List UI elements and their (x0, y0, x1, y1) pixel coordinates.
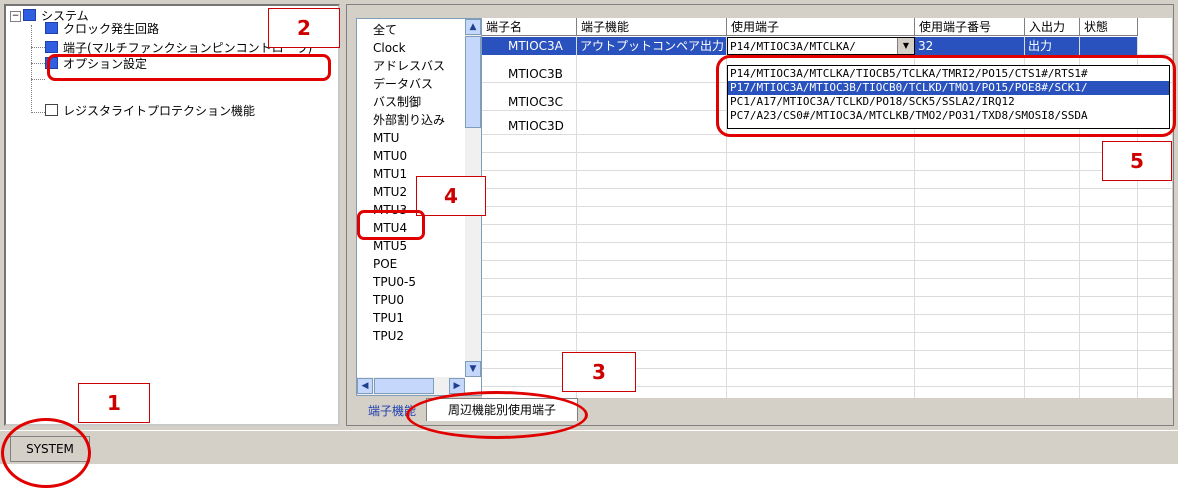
column-header[interactable]: 状態 (1080, 18, 1138, 36)
tree-item-label: レジスタライトプロテクション機能 (63, 104, 256, 118)
column-header[interactable]: 使用端子 (727, 18, 915, 36)
column-header[interactable]: 使用端子番号 (915, 18, 1025, 36)
empty-row (482, 297, 1172, 315)
tree-item-label: クロック発生回路 (63, 22, 160, 34)
empty-row (482, 189, 1172, 207)
scroll-right-icon[interactable]: ▶ (449, 378, 465, 394)
tree-connector (31, 47, 45, 48)
pin-name-cell[interactable]: MTIOC3A (482, 37, 577, 55)
used-pin-value: P14/MTIOC3A/MTCLKA/ (730, 40, 856, 53)
callout-4: 4 (416, 176, 486, 216)
list-item[interactable]: Clock (373, 40, 406, 56)
status-bar (0, 430, 1178, 464)
list-item[interactable]: 外部割り込み (373, 112, 445, 128)
tree-connector (31, 79, 45, 80)
callout-5: 5 (1102, 141, 1172, 181)
empty-row (482, 153, 1172, 171)
highlight-ring-dropdown (716, 55, 1176, 137)
tree-item-clock[interactable]: クロック発生回路 (45, 22, 159, 34)
column-header[interactable]: 端子名 (482, 18, 577, 36)
list-item[interactable]: MTU (373, 130, 399, 146)
empty-row (482, 225, 1172, 243)
highlight-ring-tree-item (47, 54, 331, 81)
list-item[interactable]: POE (373, 256, 397, 272)
empty-row (482, 333, 1172, 351)
used-pin-combobox[interactable]: P14/MTIOC3A/MTCLKA/ ▼ (727, 37, 915, 55)
tree-connector (31, 63, 45, 64)
horizontal-scrollbar[interactable]: ◀ ▶ (357, 377, 465, 395)
empty-row (482, 207, 1172, 225)
callout-1: 1 (78, 383, 150, 423)
empty-row (482, 279, 1172, 297)
list-item[interactable]: TPU2 (373, 328, 404, 344)
scroll-down-icon[interactable]: ▼ (465, 361, 481, 377)
empty-row (482, 171, 1172, 189)
empty-row (482, 243, 1172, 261)
tree-item-register-protection[interactable]: レジスタライトプロテクション機能 (45, 103, 255, 119)
list-item[interactable]: 全て (373, 22, 397, 38)
folder-icon (23, 9, 36, 21)
callout-2: 2 (268, 8, 340, 48)
node-icon (45, 104, 58, 116)
scroll-up-icon[interactable]: ▲ (465, 19, 481, 35)
node-icon (45, 41, 58, 53)
table-row[interactable]: MTIOC3A アウトプットコンペア出力 P14/MTIOC3A/MTCLKA/… (482, 37, 1172, 55)
pin-name-cell[interactable]: MTIOC3B (482, 65, 577, 83)
scroll-thumb[interactable] (374, 378, 434, 394)
highlight-ring-mtu3 (357, 210, 425, 240)
highlight-ring-tab (406, 391, 588, 439)
list-item[interactable]: TPU0-5 (373, 274, 416, 290)
callout-3: 3 (562, 352, 636, 392)
pin-name-cell[interactable]: MTIOC3D (482, 117, 577, 135)
tree-connector (31, 25, 32, 113)
pin-name-cell[interactable]: MTIOC3C (482, 93, 577, 111)
empty-row (482, 261, 1172, 279)
list-item[interactable]: MTU2 (373, 184, 407, 200)
column-header[interactable]: 端子機能 (577, 18, 727, 36)
list-item[interactable]: MTU0 (373, 148, 407, 164)
tree-connector (31, 112, 45, 113)
column-header[interactable]: 入出力 (1025, 18, 1080, 36)
list-item[interactable]: TPU1 (373, 310, 404, 326)
empty-row (482, 135, 1172, 153)
highlight-ring-system (1, 418, 91, 488)
list-item[interactable]: TPU0 (373, 292, 404, 308)
pin-number-cell[interactable]: 32 (915, 37, 1025, 55)
list-item[interactable]: アドレスバス (373, 58, 445, 74)
function-cell[interactable]: アウトプットコンペア出力 (577, 37, 727, 55)
scroll-left-icon[interactable]: ◀ (357, 378, 373, 394)
io-cell[interactable]: 出力 (1025, 37, 1080, 55)
tree-item-label: システム (41, 9, 89, 23)
collapse-icon[interactable]: − (10, 11, 21, 22)
list-item[interactable]: データバス (373, 76, 433, 92)
list-item[interactable]: バス制御 (373, 94, 421, 110)
chevron-down-icon[interactable]: ▼ (897, 38, 914, 54)
list-item[interactable]: MTU5 (373, 238, 407, 254)
node-icon (45, 22, 58, 34)
list-item[interactable]: MTU1 (373, 166, 407, 182)
state-cell[interactable] (1080, 37, 1138, 55)
scroll-thumb[interactable] (465, 36, 481, 128)
empty-row (482, 315, 1172, 333)
